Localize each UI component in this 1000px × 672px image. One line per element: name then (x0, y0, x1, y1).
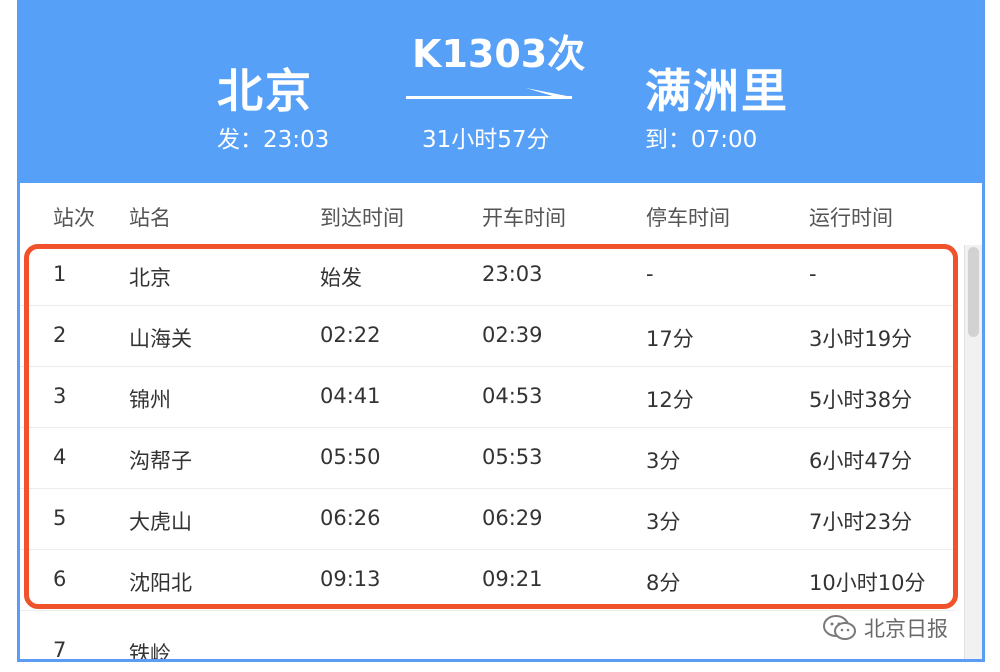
station-name: 锦州 (129, 388, 171, 412)
watermark: 北京日报 (822, 612, 948, 644)
stop-no: 6 (53, 567, 67, 591)
train-schedule-panel: 北京 K1303次 满洲里 发：23:03 31小时57分 到：07:00 站次… (17, 0, 985, 662)
header-stop-no: 站次 (53, 206, 95, 230)
arrival-time: 02:22 (320, 323, 381, 347)
stop-no: 1 (53, 262, 67, 286)
stop-duration: 17分 (646, 327, 694, 351)
stop-duration: 8分 (646, 571, 681, 595)
station-name: 山海关 (129, 327, 192, 351)
table-scrollbar[interactable] (964, 245, 982, 659)
table-row[interactable]: 6 沈阳北 09:13 09:21 8分 10小时10分 (20, 550, 955, 611)
stop-duration: 3分 (646, 449, 681, 473)
trip-duration: 31小时57分 (422, 127, 550, 153)
run-time: 3小时19分 (809, 327, 913, 351)
arrival-time: 06:26 (320, 506, 381, 530)
route-arrow-icon (406, 88, 572, 99)
stop-duration: 12分 (646, 388, 694, 412)
run-time: 5小时38分 (809, 388, 913, 412)
train-header: 北京 K1303次 满洲里 发：23:03 31小时57分 到：07:00 (20, 0, 982, 183)
run-time: 10小时10分 (809, 571, 926, 595)
departure-time: 02:39 (482, 323, 543, 347)
stop-no: 5 (53, 506, 67, 530)
run-time: - (809, 262, 817, 286)
run-time: 7小时23分 (809, 510, 913, 534)
arrival-time: 05:50 (320, 445, 381, 469)
departure-time: 06:29 (482, 506, 543, 530)
stop-no: 7 (53, 638, 67, 662)
watermark-text: 北京日报 (864, 617, 948, 641)
stop-duration: - (646, 262, 654, 286)
station-name: 北京 (129, 266, 171, 290)
header-station: 站名 (129, 206, 171, 230)
departure-time: 09:21 (482, 567, 543, 591)
arrival-time: 09:13 (320, 567, 381, 591)
departure-time: 04:53 (482, 384, 543, 408)
from-city: 北京 (217, 64, 313, 118)
stop-no: 4 (53, 445, 67, 469)
station-name: 沈阳北 (129, 571, 192, 595)
stop-no: 2 (53, 323, 67, 347)
table-row[interactable]: 3 锦州 04:41 04:53 12分 5小时38分 (20, 367, 955, 428)
stop-duration: 3分 (646, 510, 681, 534)
header-departure: 开车时间 (482, 206, 566, 230)
train-number: K1303次 (412, 32, 586, 76)
station-name: 沟帮子 (129, 449, 192, 473)
scrollbar-thumb[interactable] (968, 247, 979, 337)
table-row-partial[interactable]: 7 铁岭 (20, 628, 955, 662)
arrival-time: 04:41 (320, 384, 381, 408)
run-time: 6小时47分 (809, 449, 913, 473)
arrive-time: 到：07:00 (645, 127, 758, 153)
stops-table: 站次 站名 到达时间 开车时间 停车时间 运行时间 1 北京 始发 23:03 … (20, 183, 982, 659)
stop-no: 3 (53, 384, 67, 408)
header-run-time: 运行时间 (809, 206, 893, 230)
depart-time: 发：23:03 (217, 127, 330, 153)
table-row[interactable]: 2 山海关 02:22 02:39 17分 3小时19分 (20, 306, 955, 367)
to-city: 满洲里 (645, 64, 789, 118)
header-stop-duration: 停车时间 (646, 206, 730, 230)
departure-time: 23:03 (482, 262, 543, 286)
station-name: 铁岭 (129, 642, 171, 662)
departure-time: 05:53 (482, 445, 543, 469)
table-header: 站次 站名 到达时间 开车时间 停车时间 运行时间 (20, 183, 982, 245)
arrival-time: 始发 (320, 266, 362, 290)
wechat-icon (823, 615, 856, 640)
table-row[interactable]: 5 大虎山 06:26 06:29 3分 7小时23分 (20, 489, 955, 550)
table-row[interactable]: 1 北京 始发 23:03 - - (20, 245, 955, 306)
table-row[interactable]: 4 沟帮子 05:50 05:53 3分 6小时47分 (20, 428, 955, 489)
header-arrival: 到达时间 (320, 206, 404, 230)
station-name: 大虎山 (129, 510, 192, 534)
